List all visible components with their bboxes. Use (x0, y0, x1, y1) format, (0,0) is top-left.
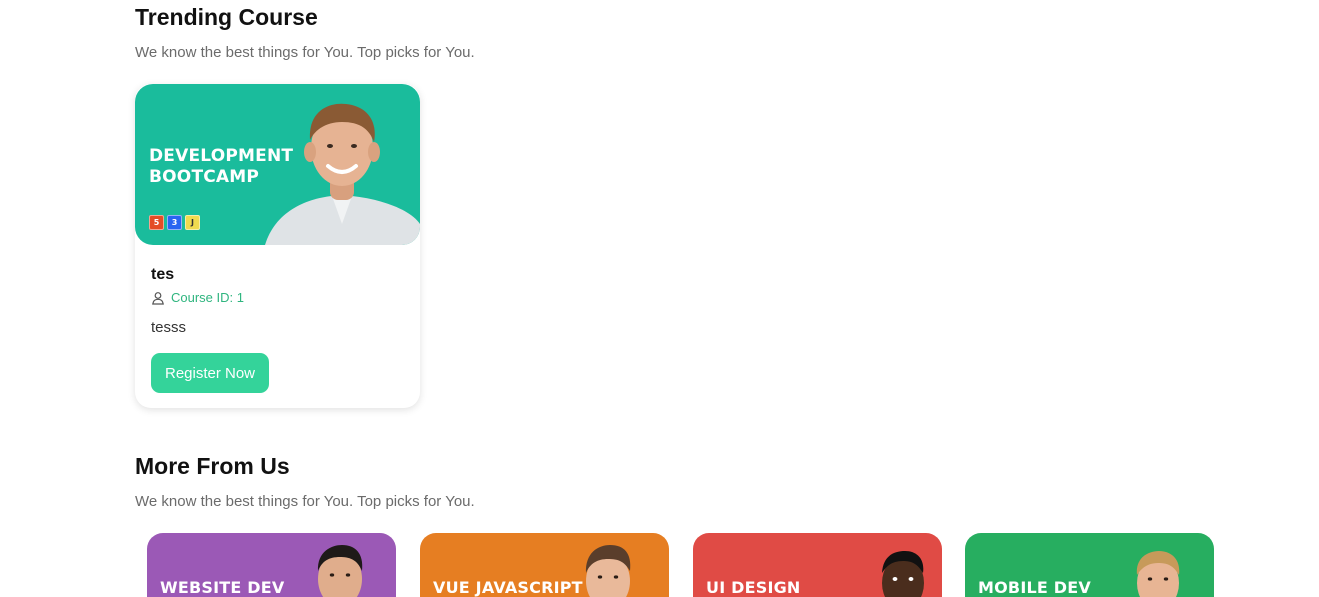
trending-title: Trending Course (135, 4, 318, 30)
register-now-button[interactable]: Register Now (151, 353, 269, 393)
more-card-mobile-dev[interactable]: MOBILE DEV (965, 533, 1214, 597)
course-thumbnail: DEVELOPMENT BOOTCAMP 5 3 J (135, 84, 420, 245)
instructor-photo (882, 551, 924, 597)
instructor-photo (265, 103, 420, 245)
more-card-ui-design[interactable]: UI DESIGN (693, 533, 942, 597)
css3-icon: 3 (167, 215, 182, 230)
instructor-photo (1136, 551, 1180, 597)
more-title: More From Us (135, 453, 290, 479)
course-description: tesss (151, 319, 187, 336)
more-card-vue-javascript[interactable]: VUE JAVASCRIPT (420, 533, 669, 597)
course-name: tes (151, 266, 175, 283)
page: Trending Course We know the best things … (0, 0, 1319, 597)
instructor-photo (317, 545, 363, 597)
course-id-row: Course ID: 1 (151, 290, 406, 305)
user-icon (152, 291, 164, 305)
card-body: tes Course ID: 1 tesss (151, 266, 406, 336)
html5-icon: 5 (149, 215, 164, 230)
more-card-label: VUE JAVASCRIPT (433, 578, 583, 597)
course-id-label: Course ID: 1 (171, 290, 244, 305)
course-card[interactable]: DEVELOPMENT BOOTCAMP 5 3 J tes Course ID… (135, 84, 420, 408)
instructor-photo (585, 545, 631, 597)
tech-icons: 5 3 J (149, 215, 200, 230)
js-icon: J (185, 215, 200, 230)
more-subtitle: We know the best things for You. Top pic… (135, 493, 475, 510)
more-card-label: WEBSITE DEV (160, 578, 285, 597)
more-card-website-dev[interactable]: WEBSITE DEV (147, 533, 396, 597)
more-card-label: UI DESIGN (706, 578, 801, 597)
more-card-label: MOBILE DEV (978, 578, 1091, 597)
trending-subtitle: We know the best things for You. Top pic… (135, 44, 475, 61)
